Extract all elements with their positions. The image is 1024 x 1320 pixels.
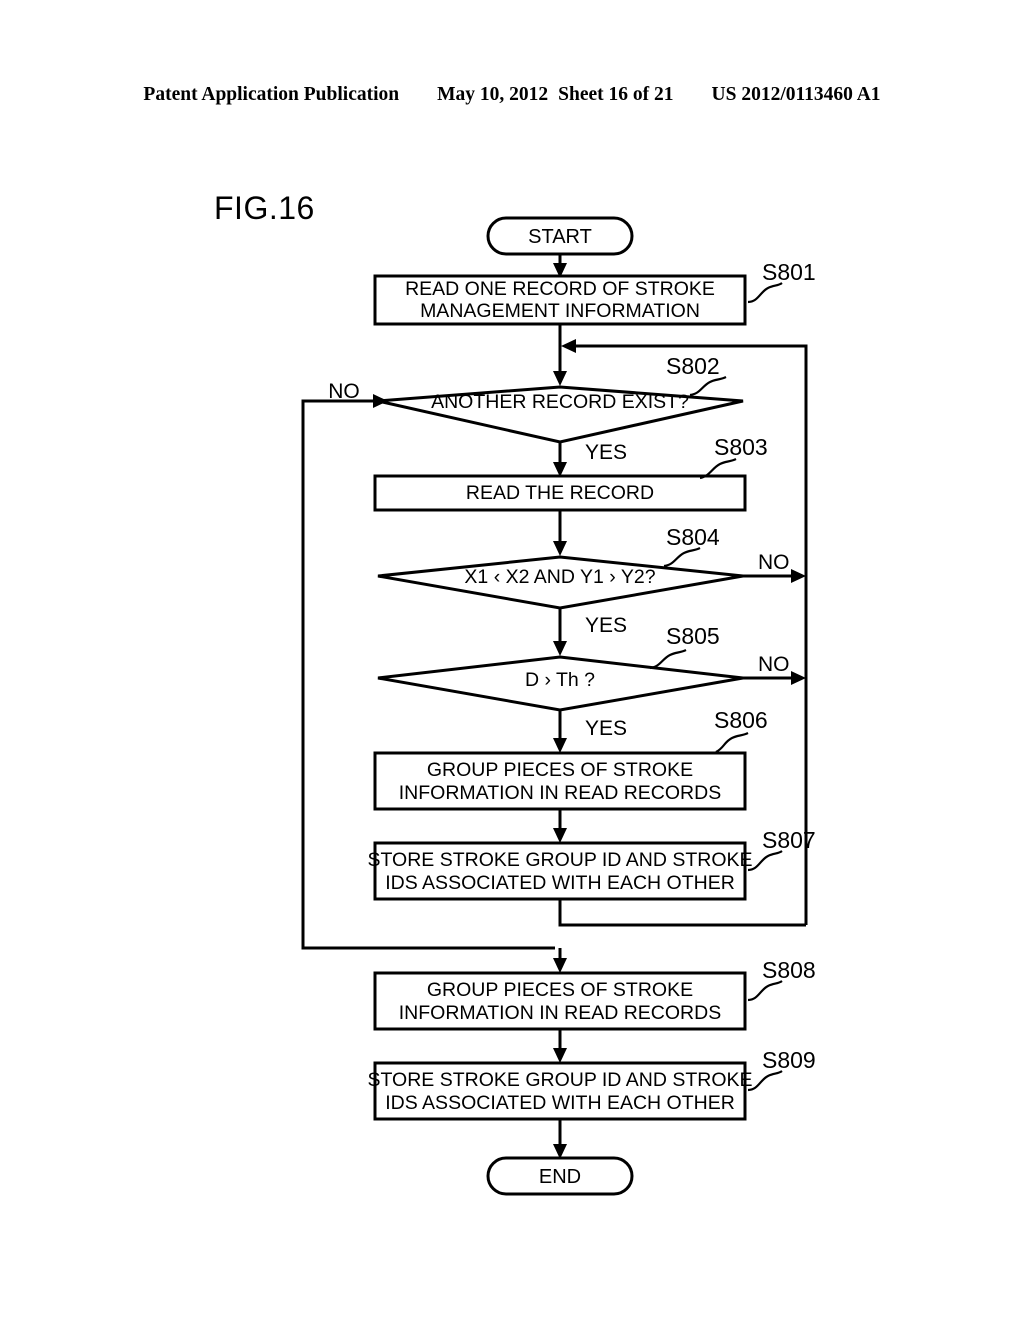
flowchart-diagram: START READ ONE RECORD OF STROKE MANAGEME… <box>301 216 816 1196</box>
step-label-s804: S804 <box>666 524 720 550</box>
decision-s802: ANOTHER RECORD EXIST? <box>377 385 744 444</box>
terminator-start-label: START <box>528 226 592 248</box>
terminator-start: START <box>486 216 634 256</box>
process-s801-line1: READ ONE RECORD OF STROKE <box>405 278 715 300</box>
connector-start-to-s801 <box>553 253 567 278</box>
step-label-s809-group: S809 <box>747 1047 816 1092</box>
decision-s805: D › Th ? <box>377 655 744 712</box>
patent-drawing-page: Patent Application Publication May 10, 2… <box>0 0 1024 1320</box>
process-s809-line1: STORE STROKE GROUP ID AND STROKE <box>367 1069 752 1091</box>
step-label-s802-group: S802 <box>666 353 727 397</box>
step-label-s801-group: S801 <box>747 259 816 304</box>
step-label-s802: S802 <box>666 353 720 379</box>
process-s806-line1: GROUP PIECES OF STROKE <box>427 759 693 781</box>
connector-s808-to-s809 <box>553 1029 567 1063</box>
connector-s804-to-s805 <box>553 608 567 656</box>
process-s808-line2: INFORMATION IN READ RECORDS <box>399 1002 721 1024</box>
step-label-s805-group: S805 <box>649 623 720 670</box>
step-label-s807: S807 <box>762 827 816 853</box>
process-s806: GROUP PIECES OF STROKE INFORMATION IN RE… <box>373 751 747 811</box>
process-s801: READ ONE RECORD OF STROKE MANAGEMENT INF… <box>373 274 747 326</box>
connector-s806-to-s807 <box>553 809 567 843</box>
step-label-s806: S806 <box>714 707 768 733</box>
branch-label-s802-yes: YES <box>585 441 627 464</box>
process-s809: STORE STROKE GROUP ID AND STROKE IDS ASS… <box>367 1061 753 1121</box>
branch-label-s804-yes: YES <box>585 614 627 637</box>
step-label-s809: S809 <box>762 1047 816 1073</box>
process-s806-line2: INFORMATION IN READ RECORDS <box>399 782 721 804</box>
connector-s807-to-return-loop <box>558 899 806 927</box>
process-s807: STORE STROKE GROUP ID AND STROKE IDS ASS… <box>367 841 753 901</box>
decision-s804: X1 ‹ X2 AND Y1 › Y2? <box>377 555 744 610</box>
terminator-end: END <box>486 1156 634 1196</box>
process-s807-line2: IDS ASSOCIATED WITH EACH OTHER <box>385 872 735 894</box>
branch-label-s804-no: NO <box>758 551 790 574</box>
step-label-s803: S803 <box>714 434 768 460</box>
step-label-s805: S805 <box>666 623 720 649</box>
decision-s802-label: ANOTHER RECORD EXIST? <box>431 391 689 413</box>
connector-to-s808 <box>553 948 567 973</box>
process-s803: READ THE RECORD <box>373 474 747 512</box>
step-label-s808-group: S808 <box>747 957 816 1002</box>
process-s808-line1: GROUP PIECES OF STROKE <box>427 979 693 1001</box>
process-s808: GROUP PIECES OF STROKE INFORMATION IN RE… <box>373 971 747 1031</box>
decision-s804-label: X1 ‹ X2 AND Y1 › Y2? <box>464 566 655 588</box>
process-s807-line1: STORE STROKE GROUP ID AND STROKE <box>367 849 752 871</box>
process-s801-line2: MANAGEMENT INFORMATION <box>420 300 700 322</box>
terminator-end-label: END <box>539 1166 581 1188</box>
connector-s803-to-s804 <box>553 510 567 556</box>
decision-s805-label: D › Th ? <box>525 669 595 691</box>
connector-s802-to-s803 <box>553 443 567 477</box>
connector-s805-to-s806 <box>553 710 567 753</box>
step-label-s801: S801 <box>762 259 816 285</box>
process-s809-line2: IDS ASSOCIATED WITH EACH OTHER <box>385 1092 735 1114</box>
branch-label-s805-yes: YES <box>585 717 627 740</box>
step-label-s806-group: S806 <box>714 707 768 753</box>
branch-label-s802-no: NO <box>328 380 360 403</box>
connector-s809-to-end <box>553 1119 567 1159</box>
branch-label-s805-no: NO <box>758 653 790 676</box>
step-label-s803-group: S803 <box>699 434 768 480</box>
step-label-s804-group: S804 <box>663 524 720 568</box>
connector-s801-to-s802 <box>553 324 567 386</box>
process-s803-line1: READ THE RECORD <box>466 482 654 504</box>
step-label-s808: S808 <box>762 957 816 983</box>
